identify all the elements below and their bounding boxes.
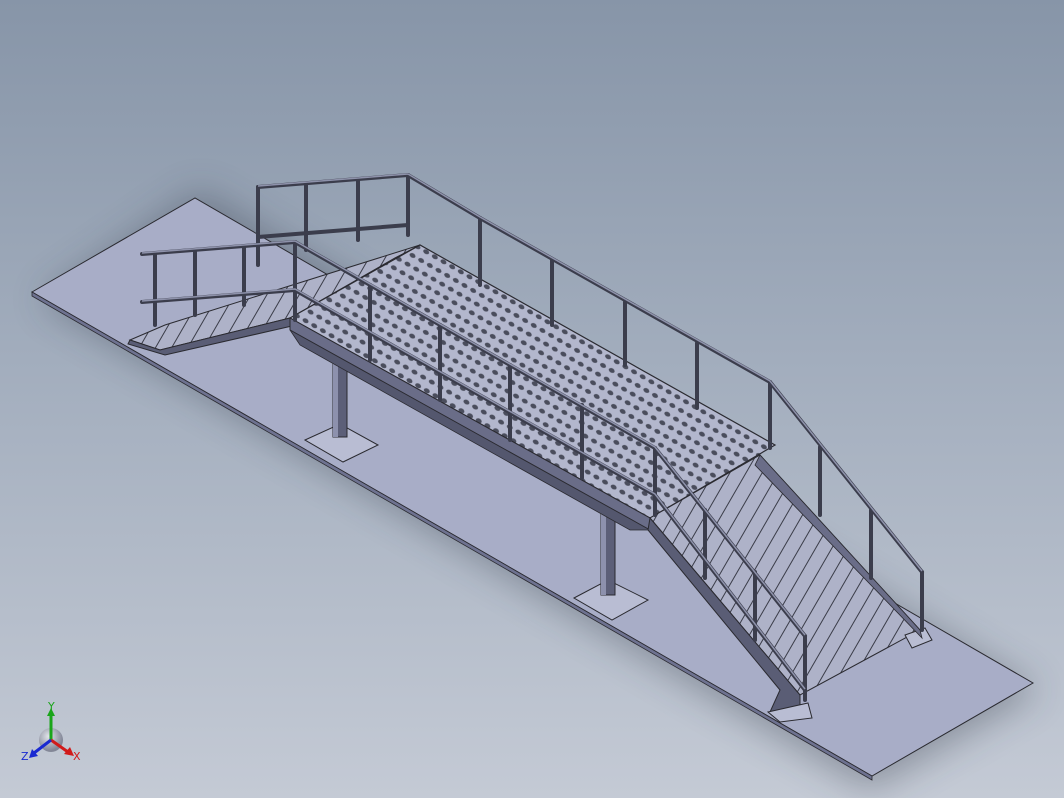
x-axis-label: X — [73, 750, 81, 763]
base-plate — [30, 197, 1034, 781]
z-axis-label: Z — [21, 750, 29, 763]
graphics-viewport[interactable]: Y X Z — [0, 0, 1064, 798]
view-triad: Y X Z — [21, 700, 81, 763]
model-3d-view[interactable] — [0, 0, 1064, 798]
y-axis-label: Y — [47, 700, 55, 713]
